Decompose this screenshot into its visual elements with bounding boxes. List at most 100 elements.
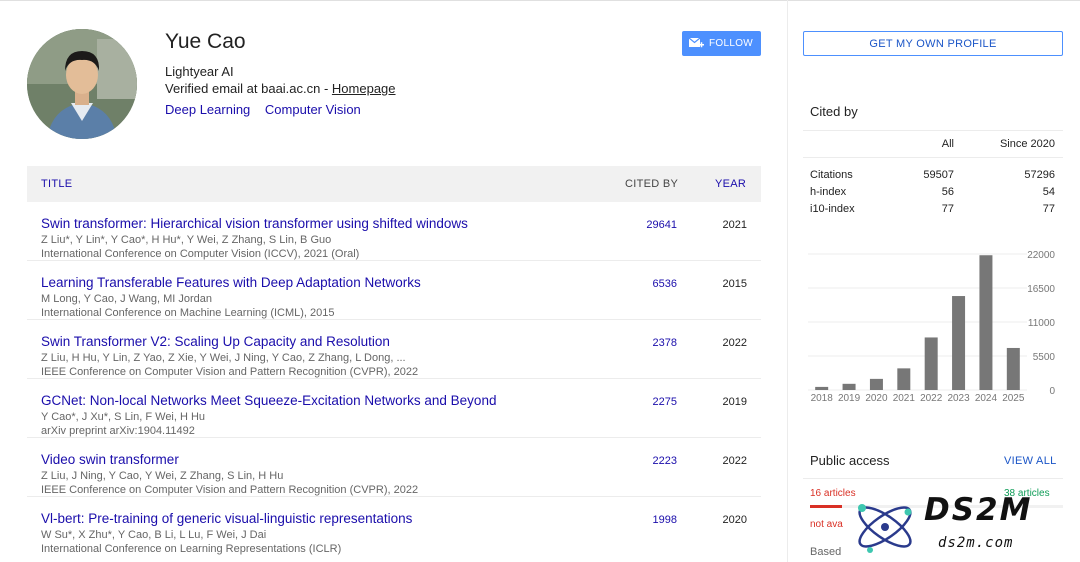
chart-bar-2020[interactable] xyxy=(869,378,883,390)
article-year: 2020 xyxy=(722,514,747,526)
cited-by-column-header[interactable]: CITED BY xyxy=(625,178,678,190)
stats-label[interactable]: i10-index xyxy=(810,203,855,215)
get-own-profile-button[interactable]: GET MY OWN PROFILE xyxy=(803,31,1063,56)
interest-link[interactable]: Deep Learning xyxy=(165,102,250,117)
stats-since-value: 54 xyxy=(1042,186,1055,198)
mail-plus-icon xyxy=(689,37,704,47)
cited-count-link[interactable]: 6536 xyxy=(653,278,677,290)
article-title-link[interactable]: Vl-bert: Pre-training of generic visual-… xyxy=(41,511,412,526)
x-tick-label: 2019 xyxy=(838,393,861,404)
stats-since-header: Since 2020 xyxy=(999,138,1055,150)
article-year: 2022 xyxy=(722,337,747,349)
article-authors: M Long, Y Cao, J Wang, MI Jordan xyxy=(41,293,212,305)
table-row: GCNet: Non-local Networks Meet Squeeze-E… xyxy=(27,379,761,438)
sidebar-divider xyxy=(787,0,788,562)
not-available-count[interactable]: 16 articles xyxy=(810,488,856,498)
stats-all-value: 77 xyxy=(941,203,954,215)
stats-all-value: 59507 xyxy=(923,169,954,181)
article-year: 2021 xyxy=(722,219,747,231)
public-access-divider xyxy=(803,478,1063,479)
not-available-bar xyxy=(810,505,842,508)
chart-bar-2019[interactable] xyxy=(842,383,856,390)
homepage-link[interactable]: Homepage xyxy=(332,81,396,96)
article-venue: IEEE Conference on Computer Vision and P… xyxy=(41,484,419,496)
x-tick-label: 2022 xyxy=(920,393,943,404)
article-venue: International Conference on Computer Vis… xyxy=(41,248,360,260)
profile-email: Verified email at baai.ac.cn - Homepage xyxy=(165,81,396,96)
interest-link[interactable]: Computer Vision xyxy=(265,102,361,117)
stats-all-header: All xyxy=(941,138,954,150)
x-tick-label: 2020 xyxy=(865,393,888,404)
article-title-link[interactable]: Video swin transformer xyxy=(41,452,179,467)
ds2m-watermark: DS2M ds2m.com xyxy=(850,492,1070,562)
article-venue: International Conference on Machine Lear… xyxy=(41,307,335,319)
not-available-label: not ava xyxy=(810,519,843,530)
chart-bar-2023[interactable] xyxy=(952,296,966,390)
cited-count-link[interactable]: 2223 xyxy=(653,455,677,467)
article-authors: Y Cao*, J Xu*, S Lin, F Wei, H Hu xyxy=(41,411,206,423)
stats-since-value: 57296 xyxy=(1024,169,1055,181)
x-tick-label: 2023 xyxy=(947,393,970,404)
citations-per-year-chart: 22000 16500 11000 5500 0 2018 2019 2020 2021 2022… xyxy=(808,250,1056,404)
watermark-main-text: DS2M xyxy=(924,492,1033,528)
articles-table-header: TITLE CITED BY YEAR xyxy=(27,166,761,202)
article-year: 2019 xyxy=(722,396,747,408)
table-row: Swin transformer: Hierarchical vision tr… xyxy=(27,202,761,261)
y-tick-label: 5500 xyxy=(1033,352,1056,363)
article-title-link[interactable]: Learning Transferable Features with Deep… xyxy=(41,275,421,290)
chart-bar-2022[interactable] xyxy=(924,337,938,390)
x-tick-label: 2025 xyxy=(1002,393,1025,404)
table-row: Learning Transferable Features with Deep… xyxy=(27,261,761,320)
research-interests: Deep Learning Computer Vision xyxy=(165,102,372,117)
atom-logo-icon xyxy=(858,504,912,553)
article-title-link[interactable]: Swin Transformer V2: Scaling Up Capacity… xyxy=(41,334,390,349)
x-tick-label: 2021 xyxy=(893,393,916,404)
top-divider xyxy=(0,0,1080,1)
articles-list: Swin transformer: Hierarchical vision tr… xyxy=(27,202,761,556)
article-authors: Z Liu*, Y Lin*, Y Cao*, H Hu*, Y Wei, Z … xyxy=(41,234,332,246)
stats-row: Citations 59507 57296 xyxy=(803,167,1063,184)
watermark-sub-text: ds2m.com xyxy=(938,535,1014,551)
y-tick-label: 11000 xyxy=(1028,318,1056,329)
stats-row: h-index 56 54 xyxy=(803,184,1063,201)
stats-since-value: 77 xyxy=(1042,203,1055,215)
article-authors: W Su*, X Zhu*, Y Cao, B Li, L Lu, F Wei,… xyxy=(41,529,267,541)
article-venue: International Conference on Learning Rep… xyxy=(41,543,342,555)
article-title-link[interactable]: GCNet: Non-local Networks Meet Squeeze-E… xyxy=(41,393,496,408)
article-authors: Z Liu, H Hu, Y Lin, Z Yao, Z Xie, Y Wei,… xyxy=(41,352,406,364)
y-tick-label: 16500 xyxy=(1027,284,1055,295)
table-row: Video swin transformer Z Liu, J Ning, Y … xyxy=(27,438,761,497)
cited-count-link[interactable]: 1998 xyxy=(653,514,677,526)
avatar xyxy=(27,29,137,139)
cited-count-link[interactable]: 29641 xyxy=(646,219,677,231)
stats-header-row: All Since 2020 xyxy=(803,130,1063,158)
table-row: Vl-bert: Pre-training of generic visual-… xyxy=(27,497,761,556)
email-text: Verified email at baai.ac.cn - xyxy=(165,81,332,96)
follow-button[interactable]: FOLLOW xyxy=(682,31,761,56)
cited-count-link[interactable]: 2275 xyxy=(653,396,677,408)
y-tick-label: 0 xyxy=(1049,386,1055,397)
x-tick-label: 2018 xyxy=(811,393,834,404)
article-year: 2015 xyxy=(722,278,747,290)
chart-bar-2025[interactable] xyxy=(1006,347,1020,390)
chart-bar-2024[interactable] xyxy=(979,255,993,390)
based-on-label: Based xyxy=(810,546,842,558)
chart-bar-2021[interactable] xyxy=(897,368,911,390)
stats-label[interactable]: h-index xyxy=(810,186,846,198)
article-venue: IEEE Conference on Computer Vision and P… xyxy=(41,366,419,378)
stats-label[interactable]: Citations xyxy=(810,169,853,181)
cited-count-link[interactable]: 2378 xyxy=(653,337,677,349)
article-year: 2022 xyxy=(722,455,747,467)
citation-stats-table: All Since 2020 Citations 59507 57296 h-i… xyxy=(803,130,1063,218)
table-row: Swin Transformer V2: Scaling Up Capacity… xyxy=(27,320,761,379)
article-title-link[interactable]: Swin transformer: Hierarchical vision tr… xyxy=(41,216,468,231)
profile-name: Yue Cao xyxy=(165,30,246,53)
title-column-header[interactable]: TITLE xyxy=(41,178,72,190)
article-venue: arXiv preprint arXiv:1904.11492 xyxy=(41,425,195,437)
year-column-header[interactable]: YEAR xyxy=(715,178,746,190)
y-tick-label: 22000 xyxy=(1027,250,1055,261)
x-tick-label: 2024 xyxy=(975,393,998,404)
chart-bar-2018[interactable] xyxy=(815,386,829,390)
view-all-link[interactable]: VIEW ALL xyxy=(1004,455,1057,467)
cited-by-title: Cited by xyxy=(810,104,858,119)
